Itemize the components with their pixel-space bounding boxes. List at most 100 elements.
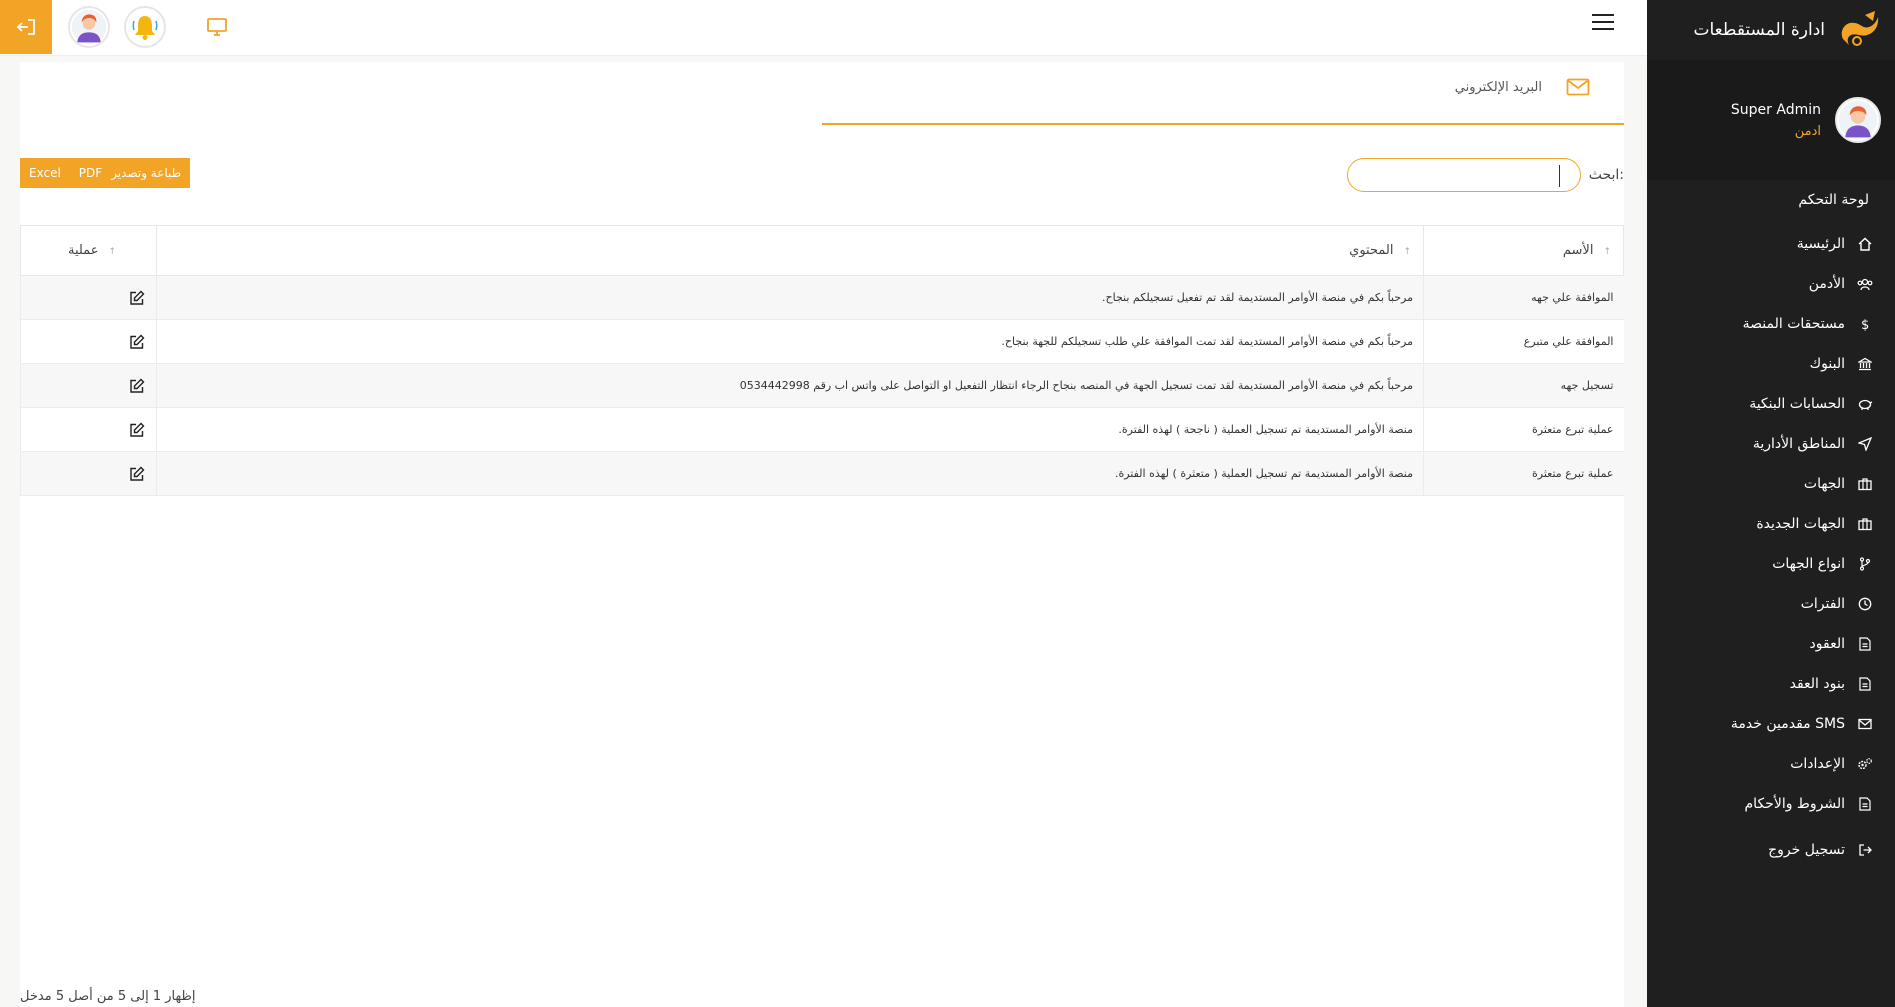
briefcase-icon [1857, 476, 1873, 492]
sidebar-item-label: الشروط والأحكام [1744, 796, 1845, 812]
export-pdf-button[interactable]: PDF [70, 158, 111, 188]
cell-action [20, 407, 157, 452]
sidebar-item-new-entities[interactable]: الجهات الجديدة [1647, 504, 1895, 544]
sidebar-item-sms-providers[interactable]: مقدمين خدمة SMS [1647, 704, 1895, 744]
export-excel-button[interactable]: Excel [20, 158, 70, 188]
search-row: ابحث: [1346, 158, 1624, 192]
column-header-name[interactable]: ↑ الأسم [1423, 225, 1624, 276]
edit-icon[interactable] [129, 422, 145, 438]
sidebar-nav: الرئيسية الأدمن مستحقات المنصة $ البنوك … [1647, 224, 1895, 870]
text-caret [1558, 165, 1560, 187]
tab-email[interactable]: البريد الإلكتروني [822, 62, 1624, 125]
header-logout-button[interactable] [0, 0, 52, 54]
edit-icon[interactable] [129, 334, 145, 350]
edit-icon[interactable] [129, 466, 145, 482]
cell-action [20, 319, 157, 364]
user-role: ادمن [1794, 123, 1821, 139]
hamburger-line [1592, 28, 1614, 30]
sidebar-item-terms[interactable]: الشروط والأحكام [1647, 784, 1895, 824]
users-icon [1857, 276, 1873, 292]
sidebar-item-label: البنوك [1809, 356, 1845, 372]
sidebar-item-logout[interactable]: تسجيل خروج [1647, 830, 1895, 870]
edit-icon[interactable] [129, 378, 145, 394]
brand-logo-icon [1841, 11, 1879, 46]
brand-name: ادارة المستقطعات [1693, 20, 1826, 40]
gears-icon [1857, 756, 1873, 772]
sidebar-item-admins[interactable]: الأدمن [1647, 264, 1895, 304]
cell-content: منصة الأوامر المستديمة تم تسجيل العملية … [156, 451, 1424, 496]
clock-icon [1857, 596, 1873, 612]
send-icon [1857, 436, 1873, 452]
cell-name: الموافقة علي متبرع [1423, 319, 1624, 364]
main-content: البريد الإلكتروني Excel PDF طباعة وتصدير… [20, 62, 1624, 1007]
table-header-row: ↑ الأسم ↑ المحتوي ↑ عملية [20, 225, 1624, 276]
table-row: عملية تبرع متعثرة منصة الأوامر المستديمة… [20, 451, 1624, 496]
sidebar-item-admin-regions[interactable]: المناطق الأدارية [1647, 424, 1895, 464]
nav-section-title: لوحة التحكم [1798, 192, 1869, 208]
cell-content: منصة الأوامر المستديمة تم تسجيل العملية … [156, 407, 1424, 452]
user-avatar-icon [1838, 100, 1878, 140]
sidebar-item-label: الجهات الجديدة [1756, 516, 1845, 532]
bank-icon [1857, 356, 1873, 372]
export-buttons: Excel PDF طباعة وتصدير [20, 158, 191, 188]
cell-content: مرحباً بكم في منصة الأوامر المستديمة لقد… [156, 363, 1424, 408]
menu-toggle-button[interactable] [1592, 14, 1614, 34]
dollar-icon: $ [1857, 316, 1873, 332]
sidebar-item-label: مستحقات المنصة [1742, 316, 1845, 332]
document-icon [1857, 636, 1873, 652]
search-input[interactable] [1346, 158, 1581, 192]
sort-arrow-icon: ↑ [108, 247, 116, 257]
table-row: تسجيل جهه مرحباً بكم في منصة الأوامر الم… [20, 363, 1624, 408]
brand[interactable]: ادارة المستقطعات [1647, 0, 1895, 60]
monitor-icon[interactable] [206, 16, 228, 38]
column-header-content[interactable]: ↑ المحتوي [156, 225, 1424, 276]
sidebar-item-banks[interactable]: البنوك [1647, 344, 1895, 384]
column-header-action[interactable]: ↑ عملية [20, 225, 157, 276]
cell-action [20, 451, 157, 496]
sidebar-item-entity-types[interactable]: انواع الجهات [1647, 544, 1895, 584]
hamburger-line [1592, 14, 1614, 16]
bell-icon [132, 16, 158, 40]
sidebar: ادارة المستقطعات Super Admin ادمن لوحة ا… [1647, 0, 1895, 1007]
home-icon [1857, 236, 1873, 252]
search-label: ابحث: [1588, 167, 1624, 183]
print-export-button[interactable]: طباعة وتصدير [111, 158, 190, 188]
user-avatar-icon [71, 9, 107, 45]
cell-name: عملية تبرع متعثرة [1423, 451, 1624, 496]
top-header [0, 0, 1647, 56]
sidebar-item-contract-terms[interactable]: بنود العقد [1647, 664, 1895, 704]
sidebar-item-label: المناطق الأدارية [1752, 436, 1845, 452]
sidebar-item-periods[interactable]: الفترات [1647, 584, 1895, 624]
sort-arrow-icon: ↑ [1403, 247, 1411, 257]
sidebar-item-settings[interactable]: الإعدادات [1647, 744, 1895, 784]
cell-action [20, 363, 157, 408]
notifications-button[interactable] [124, 6, 166, 48]
sidebar-item-label: الفترات [1800, 596, 1845, 612]
cell-name: تسجيل جهه [1423, 363, 1624, 408]
briefcase-icon [1857, 516, 1873, 532]
sidebar-item-home[interactable]: الرئيسية [1647, 224, 1895, 264]
email-templates-table: ↑ الأسم ↑ المحتوي ↑ عملية الموافقة علي جهه … [20, 225, 1624, 496]
sidebar-item-entities[interactable]: الجهات [1647, 464, 1895, 504]
header-avatar[interactable] [68, 6, 110, 48]
sort-arrow-icon: ↑ [1603, 247, 1611, 257]
sidebar-item-label: العقود [1809, 636, 1845, 652]
avatar[interactable] [1835, 97, 1881, 143]
table-row: عملية تبرع متعثرة منصة الأوامر المستديمة… [20, 407, 1624, 452]
table-row: الموافقة علي متبرع مرحباً بكم في منصة ال… [20, 319, 1624, 364]
user-panel: Super Admin ادمن [1647, 60, 1895, 180]
table-row: الموافقة علي جهه مرحباً بكم في منصة الأو… [20, 275, 1624, 320]
edit-icon[interactable] [129, 290, 145, 306]
sidebar-item-label: بنود العقد [1789, 676, 1845, 692]
sidebar-item-label: الجهات [1803, 476, 1845, 492]
cell-content: مرحباً بكم في منصة الأوامر المستديمة لقد… [156, 275, 1424, 320]
sidebar-item-platform-dues[interactable]: مستحقات المنصة $ [1647, 304, 1895, 344]
sidebar-item-label: الإعدادات [1790, 756, 1845, 772]
sidebar-item-label: انواع الجهات [1772, 556, 1845, 572]
envelope-icon [1566, 78, 1590, 96]
sidebar-item-contracts[interactable]: العقود [1647, 624, 1895, 664]
sidebar-item-bank-accounts[interactable]: الحسابات البنكية [1647, 384, 1895, 424]
cell-name: عملية تبرع متعثرة [1423, 407, 1624, 452]
mail-icon [1857, 716, 1873, 732]
user-name: Super Admin [1730, 101, 1821, 118]
